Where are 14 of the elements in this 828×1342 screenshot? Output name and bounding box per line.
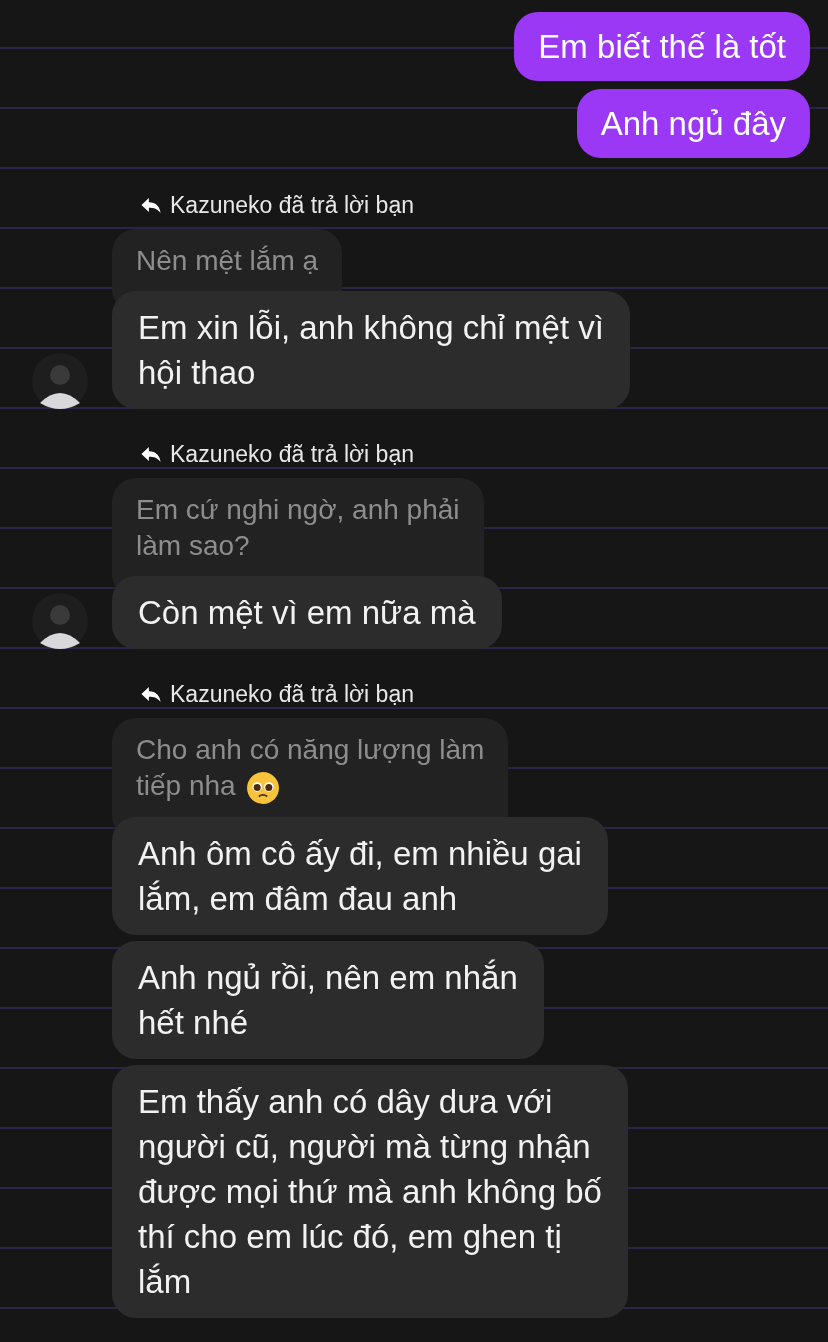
received-message: Em thấy anh có dây dưa với người cũ, người mà từng nhận được mọi thứ mà anh không bố thí cho em lúc đó, em ghen tị lắm <box>112 1064 628 1318</box>
reply-icon <box>140 446 162 463</box>
reply-note: Kazuneko đã trả lời bạn <box>170 441 414 468</box>
sent-message: Em biết thế là tốt <box>514 12 810 81</box>
received-message: Còn mệt vì em nữa mà <box>112 576 502 649</box>
reply-icon <box>140 197 162 214</box>
reply-note: Kazuneko đã trả lời bạn <box>170 192 414 219</box>
reply-icon <box>140 686 162 703</box>
received-message: Anh ngủ rồi, nên em nhắn hết nhé <box>112 940 544 1059</box>
reply-note: Kazuneko đã trả lời bạn <box>170 681 414 708</box>
received-message: Anh ôm cô ấy đi, em nhiều gai lắm, em đâm đau anh <box>112 816 608 935</box>
avatar[interactable] <box>32 353 88 409</box>
sent-message: Anh ngủ đây <box>576 89 810 158</box>
avatar[interactable] <box>32 593 88 649</box>
